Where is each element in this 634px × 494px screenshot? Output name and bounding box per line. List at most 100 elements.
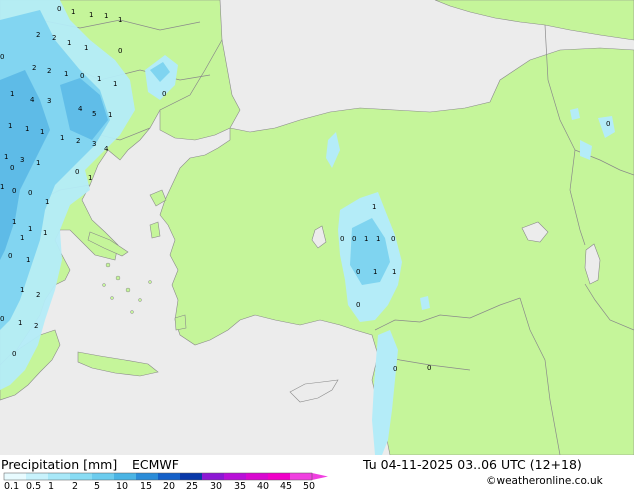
precip-label: 1 bbox=[71, 8, 75, 16]
precip-label: 2 bbox=[76, 137, 80, 145]
weather-map: 0 1 1 1 1 2 2 1 1 0 0 2 2 1 0 1 0 1 1 4 … bbox=[0, 0, 634, 455]
legend-swatch bbox=[114, 473, 136, 480]
precip-label: 0 bbox=[75, 168, 79, 176]
precip-label: 1 bbox=[20, 286, 24, 294]
land-chios bbox=[149, 221, 161, 239]
precip-label: 0 bbox=[12, 187, 16, 195]
precip-label: 0 bbox=[340, 235, 344, 243]
precip-label: 5 bbox=[92, 110, 96, 118]
legend-tick: 1 bbox=[48, 481, 54, 490]
map-footer: Precipitation [mm] ECMWF Tu 04-11-2025 0… bbox=[0, 455, 634, 492]
precip-label: 1 bbox=[4, 153, 8, 161]
precip-label: 0 bbox=[427, 364, 431, 372]
legend-swatch bbox=[136, 473, 158, 480]
precip-label: 3 bbox=[20, 156, 24, 164]
legend-swatch bbox=[158, 473, 180, 480]
precip-label: 1 bbox=[372, 203, 376, 211]
precip-label: 0 bbox=[0, 53, 4, 61]
forecast-datetime: Tu 04-11-2025 03..06 UTC (12+18) bbox=[362, 457, 582, 472]
legend-tick: 2 bbox=[72, 481, 78, 490]
precip-label: 2 bbox=[47, 67, 51, 75]
legend-colorbar bbox=[3, 472, 328, 481]
legend-swatch bbox=[180, 473, 202, 480]
precip-label: 0 bbox=[80, 72, 84, 80]
legend-tick: 25 bbox=[186, 481, 198, 490]
precip-label: 1 bbox=[36, 159, 40, 167]
precip-label: 0 bbox=[57, 5, 61, 13]
legend-tick: 0.5 bbox=[26, 481, 41, 490]
precip-label: 1 bbox=[10, 90, 14, 98]
legend-swatch bbox=[268, 473, 290, 480]
precip-label: 2 bbox=[36, 31, 40, 39]
legend-tick: 40 bbox=[257, 481, 269, 490]
precip-label: 1 bbox=[373, 268, 377, 276]
precip-label: 1 bbox=[97, 75, 101, 83]
precip-label: 1 bbox=[26, 256, 30, 264]
legend-tick: 45 bbox=[280, 481, 292, 490]
land-rhodes bbox=[174, 314, 187, 331]
precip-label: 1 bbox=[8, 122, 12, 130]
precip-label: 1 bbox=[89, 11, 93, 19]
legend-swatch bbox=[224, 473, 246, 480]
precip-label: 1 bbox=[376, 235, 380, 243]
site-credit: ©weatheronline.co.uk bbox=[486, 475, 604, 487]
precip-label: 1 bbox=[104, 12, 108, 20]
legend-swatch bbox=[48, 473, 70, 480]
precip-label: 1 bbox=[88, 174, 92, 182]
legend-swatch bbox=[4, 473, 26, 480]
precip-label: 1 bbox=[12, 218, 16, 226]
map-title: Precipitation [mm] bbox=[1, 457, 117, 472]
precip-label: 0 bbox=[10, 164, 14, 172]
precip-label: 0 bbox=[162, 90, 166, 98]
precip-label: 4 bbox=[78, 105, 83, 113]
legend-tick: 30 bbox=[210, 481, 222, 490]
precip-label: 0 bbox=[356, 301, 360, 309]
legend-swatch bbox=[202, 473, 224, 480]
precip-label: 1 bbox=[0, 183, 4, 191]
precip-label: 1 bbox=[64, 70, 68, 78]
precip-label: 1 bbox=[40, 128, 44, 136]
legend-arrow bbox=[312, 473, 328, 480]
precip-label: 3 bbox=[47, 97, 51, 105]
precip-label: 1 bbox=[45, 198, 49, 206]
precip-label: 0 bbox=[356, 268, 360, 276]
legend-swatch bbox=[26, 473, 48, 480]
precip-label: 1 bbox=[392, 268, 396, 276]
precip-label: 1 bbox=[25, 125, 29, 133]
precip-label: 1 bbox=[67, 39, 71, 47]
precip-label: 1 bbox=[118, 16, 122, 24]
precip-label: 0 bbox=[118, 47, 122, 55]
precip-label: 1 bbox=[364, 235, 368, 243]
precip-label: 1 bbox=[28, 225, 32, 233]
precip-label: 0 bbox=[28, 189, 32, 197]
precip-label: 4 bbox=[104, 145, 109, 153]
precip-label: 1 bbox=[84, 44, 88, 52]
precip-label: 3 bbox=[92, 140, 96, 148]
legend-tick: 0.1 bbox=[4, 481, 19, 490]
legend-ticks: 0.1 0.5 1 2 5 10 15 20 25 30 35 40 45 50 bbox=[4, 481, 315, 492]
legend-swatch bbox=[290, 473, 312, 480]
precip-label: 0 bbox=[8, 252, 12, 260]
legend-swatch bbox=[70, 473, 92, 480]
precip-label: 1 bbox=[18, 319, 22, 327]
precip-label: 2 bbox=[52, 34, 56, 42]
precip-label: 0 bbox=[606, 120, 610, 128]
precip-label: 4 bbox=[30, 96, 35, 104]
precip-label: 0 bbox=[393, 365, 397, 373]
legend-tick: 5 bbox=[94, 481, 100, 490]
precip-label: 2 bbox=[34, 322, 38, 330]
precip-label: 2 bbox=[36, 291, 40, 299]
legend-tick: 10 bbox=[116, 481, 128, 490]
precip-label: 1 bbox=[20, 234, 24, 242]
precip-label: 0 bbox=[0, 315, 4, 323]
legend-tick: 15 bbox=[140, 481, 152, 490]
legend-tick: 50 bbox=[303, 481, 315, 490]
legend-tick: 20 bbox=[163, 481, 175, 490]
precip-label: 0 bbox=[12, 350, 16, 358]
legend-tick: 35 bbox=[234, 481, 246, 490]
legend-swatch bbox=[246, 473, 268, 480]
precip-label: 1 bbox=[43, 229, 47, 237]
legend-swatch bbox=[92, 473, 114, 480]
precip-label: 1 bbox=[60, 134, 64, 142]
precip-label: 1 bbox=[113, 80, 117, 88]
